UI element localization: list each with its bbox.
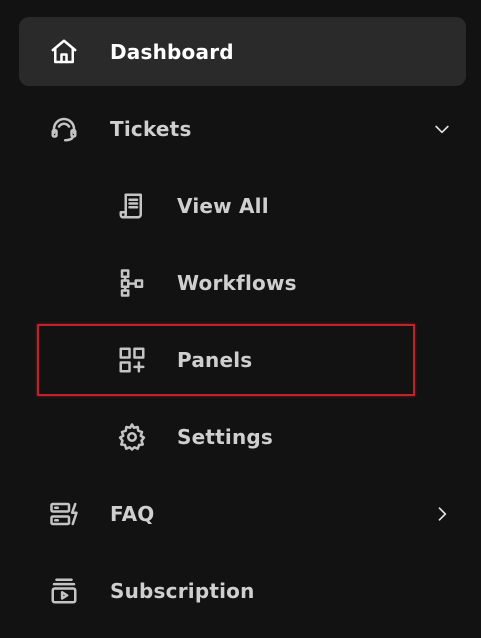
sidebar-nav: Dashboard Tickets View All Workflows Pan… xyxy=(0,0,481,638)
headset-icon xyxy=(48,113,80,145)
nav-item-faq[interactable]: FAQ xyxy=(0,479,481,548)
gear-icon xyxy=(116,421,148,453)
server-bolt-icon xyxy=(48,498,80,530)
receipt-icon xyxy=(116,190,148,222)
nav-item-label: Dashboard xyxy=(110,39,234,64)
hierarchy-icon xyxy=(116,267,148,299)
home-icon xyxy=(48,36,80,68)
nav-item-label: Settings xyxy=(177,424,274,449)
nav-item-label: Panels xyxy=(177,348,253,372)
video-stack-icon xyxy=(48,575,80,607)
nav-subitem-settings[interactable]: Settings xyxy=(0,402,481,471)
nav-item-tickets[interactable]: Tickets xyxy=(0,94,481,163)
nav-item-label: FAQ xyxy=(110,501,155,526)
nav-subitem-panels[interactable]: Panels xyxy=(37,324,415,396)
nav-item-subscription[interactable]: Subscription xyxy=(0,556,481,625)
nav-item-dashboard[interactable]: Dashboard xyxy=(19,17,466,86)
grid-add-icon xyxy=(116,344,148,376)
chevron-right-icon[interactable] xyxy=(431,503,453,525)
nav-item-label: Workflows xyxy=(177,270,297,295)
nav-item-label: Subscription xyxy=(110,578,255,603)
nav-subitem-workflows[interactable]: Workflows xyxy=(0,248,481,317)
nav-item-label: Tickets xyxy=(110,116,192,141)
nav-subitem-view-all[interactable]: View All xyxy=(0,171,481,240)
chevron-down-icon[interactable] xyxy=(431,118,453,140)
nav-item-label: View All xyxy=(177,193,269,218)
